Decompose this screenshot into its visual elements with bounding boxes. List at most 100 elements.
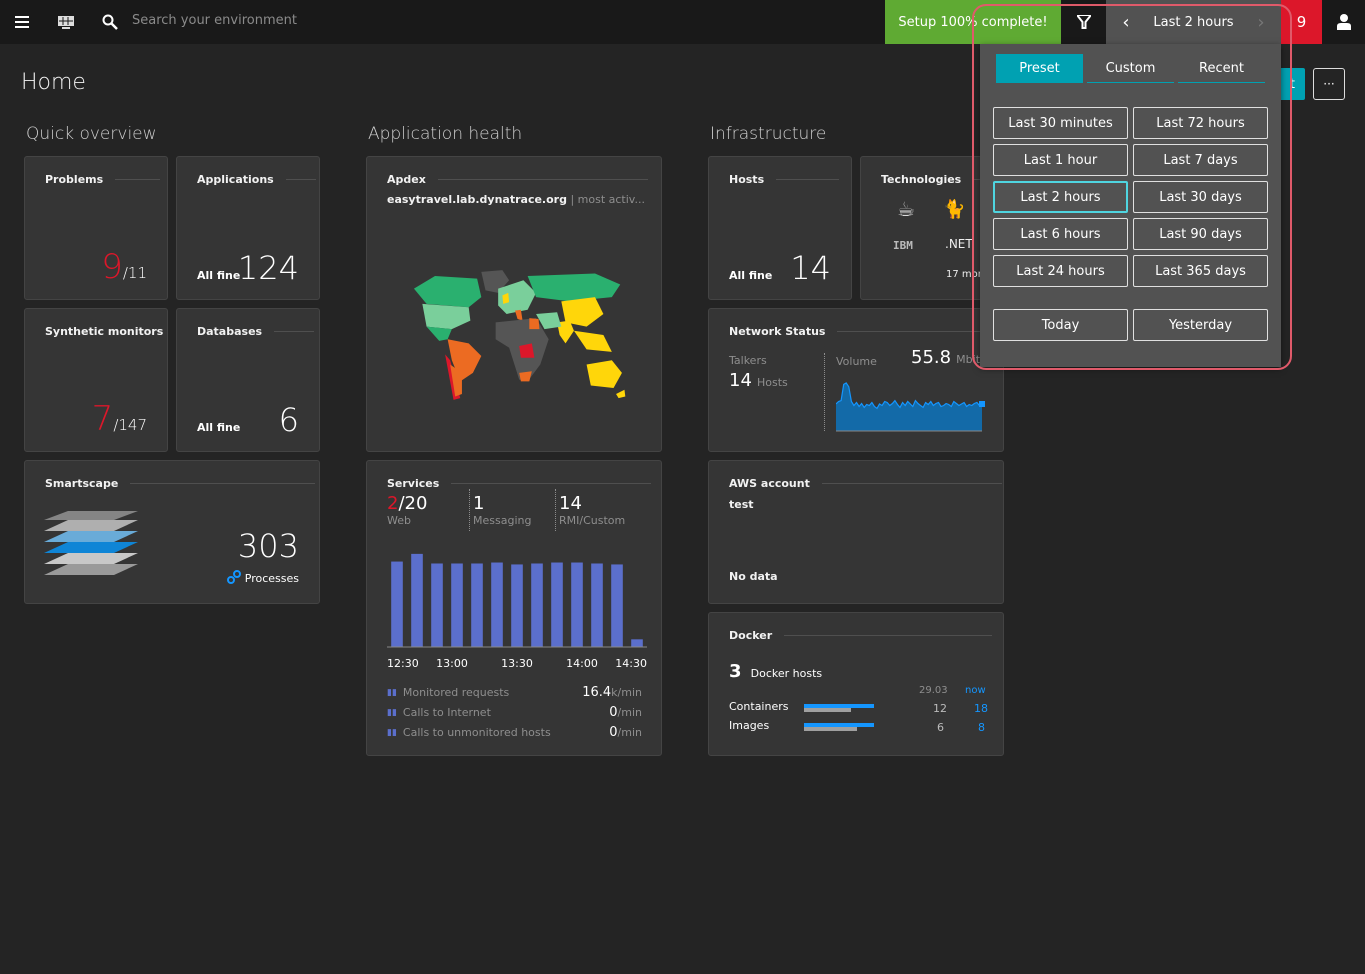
user-icon[interactable] [1322,0,1365,44]
map-region-south-africa [519,371,532,382]
talkers-label: Talkers [729,354,767,367]
apdex-world-map[interactable] [387,255,643,415]
services-bar[interactable] [631,639,643,647]
divider [285,179,316,180]
docker-hosts-count: 3 [729,661,742,682]
services-bar[interactable] [431,563,443,647]
services-bar[interactable] [591,563,603,647]
preset-last-365-days[interactable]: Last 365 days [1133,255,1268,287]
images-then: 6 [937,721,944,734]
tile-services[interactable]: Services 2/20 Web 1 Messaging 14 RMI/Cus… [366,460,662,756]
preset-last-30-minutes[interactable]: Last 30 minutes [993,107,1128,139]
preset-last-1-hour[interactable]: Last 1 hour [993,144,1128,176]
preset-yesterday[interactable]: Yesterday [1133,309,1268,341]
search-input[interactable]: Search your environment [132,13,297,28]
messaging-services-label: Messaging [473,514,532,527]
tile-applications[interactable]: Applications All fine 124 [176,156,320,300]
tile-apdex[interactable]: Apdex easytravel.lab.dynatrace.org | mos… [366,156,662,452]
services-bar[interactable] [511,564,523,647]
rmi-services-label: RMI/Custom [559,514,626,527]
preset-last-72-hours[interactable]: Last 72 hours [1133,107,1268,139]
tile-problems[interactable]: Problems 9/11 [24,156,168,300]
tab-recent[interactable]: Recent [1178,54,1265,83]
preset-last-2-hours[interactable]: Last 2 hours [993,181,1128,213]
tile-aws-account[interactable]: AWS account test No data [708,460,1004,604]
tab-custom[interactable]: Custom [1087,54,1174,83]
services-bar-chart[interactable]: 12:30 13:00 13:30 14:00 14:30 [387,551,647,671]
containers-then: 12 [933,702,947,715]
chevron-left-icon[interactable]: ‹ [1106,12,1146,33]
preset-extra-grid: Today Yesterday [993,309,1268,341]
containers-then-bar [804,708,851,712]
legend-label: Calls to Internet [402,706,491,719]
more-options-button[interactable]: ··· [1313,68,1345,100]
services-bar[interactable] [451,563,463,647]
docker-row-label: Containers [729,700,789,713]
preset-last-30-days[interactable]: Last 30 days [1133,181,1268,213]
bar-chart-icon: ▮▮ [387,687,397,698]
tile-title: Synthetic monitors [45,325,164,338]
tile-network-status[interactable]: Network Status Talkers 14 Hosts Volume 5… [708,308,1008,452]
services-bar[interactable] [611,564,623,647]
problems-open-count: 9 [101,247,123,287]
preset-last-90-days[interactable]: Last 90 days [1133,218,1268,250]
dashboard-icon[interactable] [54,0,78,44]
services-bar[interactable] [551,562,563,647]
divider [469,489,470,531]
tile-title: Applications [197,173,274,186]
preset-last-24-hours[interactable]: Last 24 hours [993,255,1128,287]
tile-databases[interactable]: Databases All fine 6 [176,308,320,452]
tile-synthetic-monitors[interactable]: Synthetic monitors 7/147 [24,308,168,452]
map-region-usa [422,303,471,330]
services-bar[interactable] [391,561,403,647]
divider [555,489,556,531]
x-tick-label: 13:30 [501,657,533,670]
legend-label: Monitored requests [402,686,510,699]
divider [115,179,161,180]
services-bar[interactable] [531,563,543,647]
timeframe-selector[interactable]: ‹ Last 2 hours › [1106,0,1281,44]
map-region-new-zealand [616,389,626,399]
preset-last-7-days[interactable]: Last 7 days [1133,144,1268,176]
tile-title: Problems [45,173,104,186]
services-bar[interactable] [471,563,483,647]
tile-hosts[interactable]: Hosts All fine 14 [708,156,852,300]
preset-today[interactable]: Today [993,309,1128,341]
problems-badge[interactable]: 9 [1281,0,1322,44]
aws-status: No data [729,570,778,583]
section-title-application-health: Application health [368,124,523,144]
tile-title: Network Status [729,325,826,338]
timeframe-label[interactable]: Last 2 hours [1146,15,1241,30]
tile-title: Services [387,477,440,490]
tile-title: Hosts [729,173,765,186]
apdex-application-suffix: | most activ... [570,193,645,206]
status-label: All fine [197,269,241,282]
tile-smartscape[interactable]: Smartscape 303 Processes [24,460,320,604]
hamburger-menu-icon[interactable] [10,0,34,44]
network-volume-chart[interactable] [836,377,986,433]
preset-last-6-hours[interactable]: Last 6 hours [993,218,1128,250]
databases-count: 6 [278,401,299,439]
chevron-right-icon[interactable]: › [1241,12,1281,33]
preset-grid: Last 30 minutes Last 72 hours Last 1 hou… [993,107,1268,287]
apdex-application-name[interactable]: easytravel.lab.dynatrace.org [387,193,567,206]
services-bar[interactable] [491,562,503,647]
divider [274,331,315,332]
divider [776,179,840,180]
setup-progress-button[interactable]: Setup 100% complete! [885,0,1061,44]
talkers-count: 14 [729,370,752,391]
volume-value: 55.8 [911,347,952,368]
legend-calls-to-internet: ▮▮ Calls to Internet 0/min [387,705,642,720]
tomcat-icon: 🐈 [943,199,966,220]
tile-docker[interactable]: Docker 3 Docker hosts 29.03 now Containe… [708,612,1004,756]
filter-button[interactable] [1061,0,1106,44]
dotnet-technology: .NET [945,237,973,251]
services-bar[interactable] [571,562,583,647]
status-label: All fine [729,269,773,282]
talkers-unit: Hosts [757,376,788,389]
divider [451,483,652,484]
search-icon [100,0,120,44]
tab-preset[interactable]: Preset [996,54,1083,83]
services-bar[interactable] [411,553,423,647]
synthetic-failing-count: 7 [91,399,114,439]
